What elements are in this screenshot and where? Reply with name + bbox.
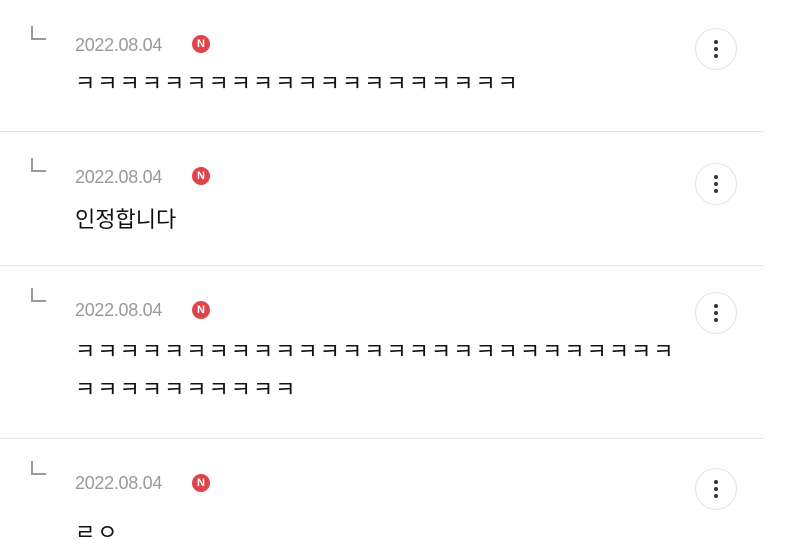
more-options-button[interactable]	[695, 292, 737, 334]
more-options-button[interactable]	[695, 28, 737, 70]
comment-text: ㄹㅇ	[75, 521, 120, 546]
reply-arrow-icon	[31, 26, 46, 40]
more-vertical-icon	[714, 40, 718, 58]
comment-text: 인정합니다	[75, 208, 177, 233]
more-vertical-icon	[714, 480, 718, 498]
new-badge-icon: N	[192, 301, 210, 319]
reply-comment: 2022.08.04 N ㅋㅋㅋㅋㅋㅋㅋㅋㅋㅋㅋㅋㅋㅋㅋㅋㅋㅋㅋㅋㅋㅋㅋㅋㅋㅋㅋ…	[0, 266, 764, 438]
new-badge-icon: N	[192, 35, 210, 53]
reply-arrow-icon	[31, 288, 46, 302]
more-options-button[interactable]	[695, 468, 737, 510]
comment-date: 2022.08.04	[75, 300, 163, 320]
reply-arrow-icon	[31, 461, 46, 475]
reply-arrow-icon	[31, 158, 46, 172]
new-badge-icon: N	[192, 474, 210, 492]
comment-date: 2022.08.04	[75, 35, 163, 55]
reply-comment: 2022.08.04 N ㅋㅋㅋㅋㅋㅋㅋㅋㅋㅋㅋㅋㅋㅋㅋㅋㅋㅋㅋㅋ	[0, 0, 764, 131]
reply-comment: 2022.08.04 N 인정합니다	[0, 132, 764, 265]
more-options-button[interactable]	[695, 163, 737, 205]
comment-date: 2022.08.04	[75, 167, 163, 187]
new-badge-icon: N	[192, 167, 210, 185]
comment-date: 2022.08.04	[75, 473, 163, 493]
comment-text: ㅋㅋㅋㅋㅋㅋㅋㅋㅋㅋㅋㅋㅋㅋㅋㅋㅋㅋㅋㅋ	[75, 72, 520, 97]
more-vertical-icon	[714, 175, 718, 193]
comment-text: ㅋㅋㅋㅋㅋㅋㅋㅋㅋㅋㅋㅋㅋㅋㅋㅋㅋㅋㅋㅋㅋㅋㅋㅋㅋㅋㅋㅋㅋㅋㅋㅋㅋㅋㅋㅋㅋ	[75, 340, 676, 403]
reply-comment: 2022.08.04 N ㄹㅇ	[0, 439, 764, 560]
more-vertical-icon	[714, 304, 718, 322]
